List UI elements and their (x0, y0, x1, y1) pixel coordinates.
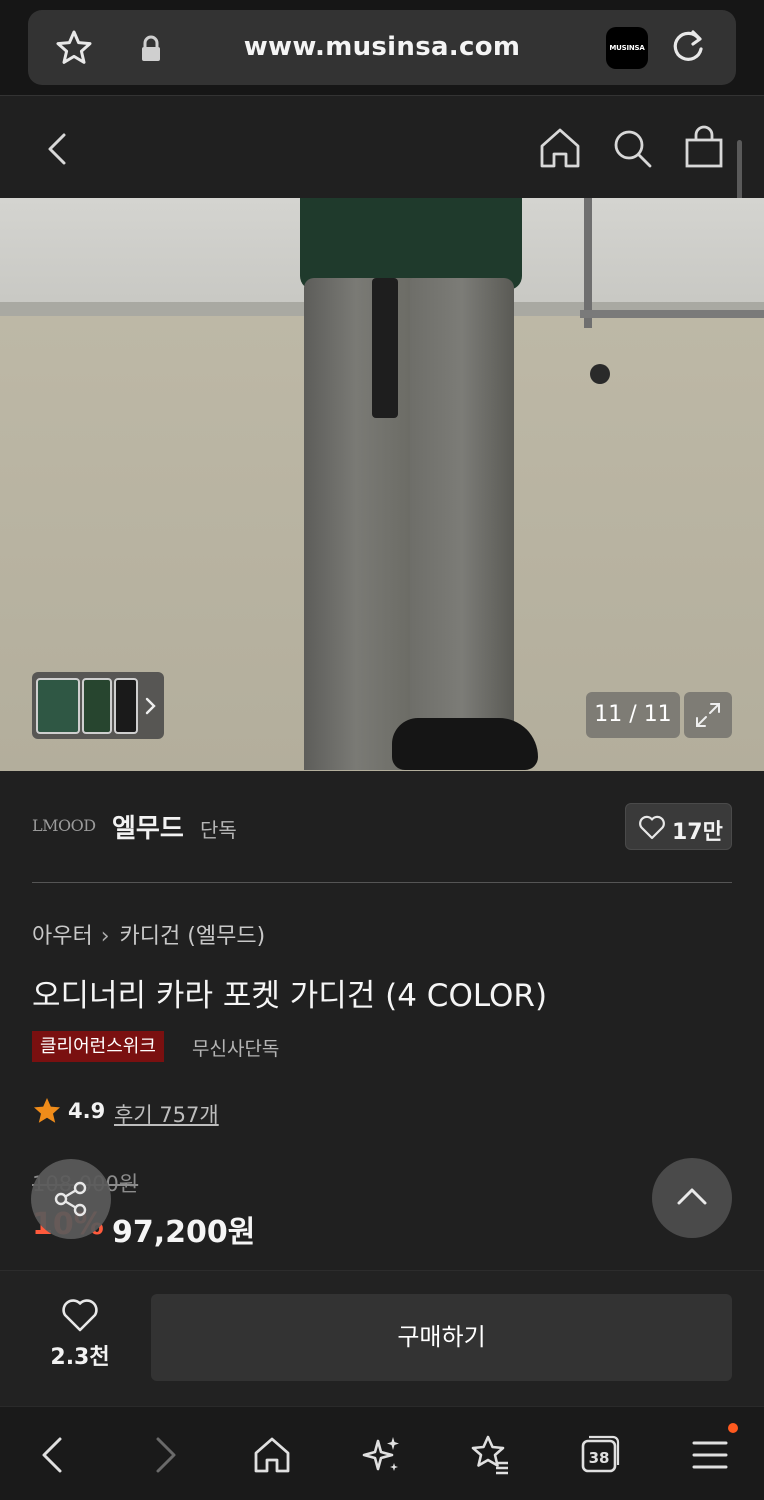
thumbnail-green[interactable] (36, 678, 80, 734)
menu-icon[interactable] (688, 1433, 732, 1477)
breadcrumb: 아우터 › 카디건 (엘무드) (32, 918, 265, 950)
browser-bottom-toolbar: 38 (0, 1406, 764, 1500)
chevron-up-icon (677, 1188, 707, 1205)
wishlist-count: 2.3천 (50, 1345, 110, 1370)
breadcrumb-category[interactable]: 아우터 (32, 924, 93, 949)
rating-value: 4.9 (68, 1099, 106, 1123)
expand-icon (696, 703, 720, 727)
brand-exclusive-tag: 단독 (200, 818, 237, 842)
back-icon[interactable] (40, 129, 72, 169)
shopping-bag-icon[interactable] (682, 124, 726, 170)
browser-top-bar: www.musinsa.com MUSINSA (0, 0, 764, 95)
share-icon (54, 1181, 87, 1217)
photo-rack-wheel (590, 364, 610, 384)
sparkle-icon[interactable] (360, 1433, 404, 1477)
brand-name[interactable]: 엘무드 (112, 808, 184, 845)
photo-belt (372, 278, 398, 418)
tabs-icon: 38 (581, 1435, 620, 1473)
wishlist-button[interactable]: 2.3천 (40, 1297, 120, 1377)
photo-jeans-right-leg (410, 278, 514, 748)
brand-like-count: 17만 (672, 820, 723, 845)
color-thumbnail-strip[interactable] (32, 672, 164, 739)
photo-cardigan (300, 198, 522, 290)
brand-like-button[interactable]: 17만 (625, 803, 732, 850)
notification-dot (728, 1423, 738, 1433)
reload-icon[interactable] (668, 27, 708, 67)
tab-count: 38 (589, 1449, 610, 1467)
buy-button[interactable]: 구매하기 (151, 1294, 732, 1381)
thumbnail-black[interactable] (114, 678, 138, 734)
photo-rack-base (580, 310, 764, 318)
heart-icon (639, 815, 665, 840)
address-bar[interactable]: www.musinsa.com MUSINSA (28, 10, 736, 85)
exclusive-label: 무신사단독 (192, 1038, 280, 1060)
browser-home-icon[interactable] (250, 1433, 294, 1477)
sale-badge: 클리어런스위크 (32, 1031, 164, 1062)
scroll-to-top-button[interactable] (652, 1158, 732, 1238)
image-counter: 11 / 11 (586, 692, 680, 738)
app-header (0, 95, 764, 198)
rating-star-icon (34, 1098, 60, 1123)
bookmarks-icon[interactable] (468, 1433, 512, 1477)
brand-logo[interactable]: LMOOD (32, 800, 96, 852)
chevron-right-icon[interactable] (140, 694, 160, 718)
review-link[interactable]: 후기 757개 (114, 1099, 219, 1129)
breadcrumb-subcategory[interactable]: 카디건 (엘무드) (120, 924, 266, 949)
heart-icon (62, 1299, 98, 1332)
thumbnail-dark-green[interactable] (82, 678, 112, 734)
expand-button[interactable] (684, 692, 732, 738)
purchase-action-bar: 2.3천 구매하기 (0, 1270, 764, 1406)
search-icon[interactable] (610, 126, 654, 170)
share-button[interactable] (31, 1159, 111, 1239)
photo-shoe (392, 718, 538, 770)
breadcrumb-separator-icon: › (100, 924, 110, 949)
product-title: 오디너리 카라 포켓 가디건 (4 COLOR) (32, 978, 548, 1014)
sale-price: 97,200원 (112, 1215, 256, 1250)
divider (32, 882, 732, 883)
photo-clothing-rack (584, 198, 592, 328)
site-icon: MUSINSA (606, 27, 648, 69)
home-icon[interactable] (538, 126, 582, 170)
browser-forward-icon[interactable] (142, 1433, 186, 1477)
tabs-button[interactable]: 38 (578, 1433, 622, 1477)
browser-back-icon[interactable] (32, 1433, 76, 1477)
